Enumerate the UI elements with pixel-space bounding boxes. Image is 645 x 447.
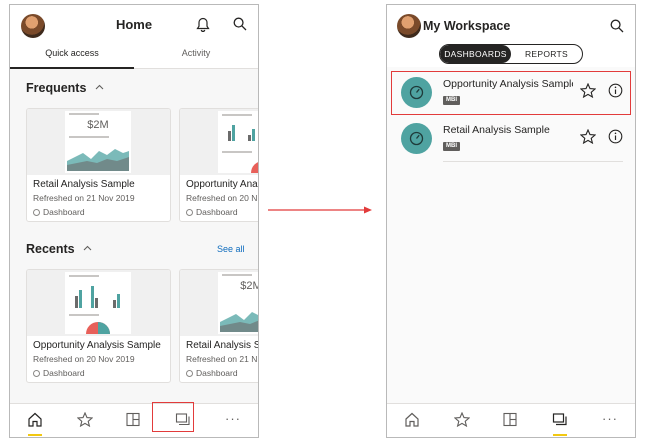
list-item-retail[interactable]: Retail Analysis Sample MBI (387, 116, 635, 162)
pie-chart-preview (86, 322, 110, 334)
area-chart-preview (67, 149, 129, 171)
bar-chart-preview (228, 125, 255, 141)
home-header: Home Quick access Activity (10, 5, 258, 69)
nav-workspaces[interactable] (543, 404, 577, 437)
apps-icon (126, 412, 140, 427)
dashboard-card-opportunity[interactable]: Opportunity Anal Refreshed on 20 N Dashb… (179, 108, 259, 222)
dashboard-icon (186, 209, 193, 216)
dashboard-thumbnail: $2M (27, 109, 170, 175)
tab-activity[interactable]: Activity (134, 48, 258, 58)
chevron-up-icon[interactable] (83, 245, 92, 251)
recents-heading-label: Recents (26, 242, 75, 256)
divider (443, 161, 623, 162)
dashboard-preview (65, 272, 131, 334)
bar-chart-preview (75, 286, 120, 308)
card-refreshed: Refreshed on 21 N (186, 354, 258, 364)
card-type: Dashboard (33, 368, 85, 378)
card-type-label: Dashboard (196, 368, 238, 378)
nav-more[interactable]: ··· (216, 404, 250, 437)
tab-quick-access[interactable]: Quick access (10, 48, 134, 58)
favorites-star-icon (454, 412, 470, 427)
selected-item-highlight-box (391, 71, 631, 115)
active-nav-indicator (28, 434, 42, 436)
nav-home[interactable] (18, 404, 52, 437)
nav-favorites[interactable] (445, 404, 479, 437)
dashboard-thumbnail (27, 270, 170, 336)
avatar[interactable] (397, 14, 421, 38)
card-title: Retail Analysis S (186, 340, 259, 351)
dashboard-icon (33, 209, 40, 216)
bottom-navigation: ··· (387, 403, 635, 437)
nav-favorites[interactable] (68, 404, 102, 437)
card-type: Dashboard (33, 207, 85, 217)
card-type-label: Dashboard (196, 207, 238, 217)
thumb-kpi-value: $2M (87, 119, 109, 131)
card-type: Dashboard (186, 207, 238, 217)
notifications-bell-icon[interactable] (196, 17, 210, 33)
search-icon[interactable] (233, 17, 247, 31)
nav-more[interactable]: ··· (593, 404, 627, 437)
page-title: Home (115, 17, 153, 32)
active-tab-indicator (10, 67, 134, 69)
card-refreshed: Refreshed on 20 Nov 2019 (33, 354, 135, 364)
workspace-screen: My Workspace DASHBOARDS REPORTS Opportun… (386, 4, 636, 438)
card-refreshed: Refreshed on 20 N (186, 193, 258, 203)
home-tabs: Quick access Activity (10, 45, 258, 69)
gauge-icon (409, 131, 424, 146)
frequents-heading[interactable]: Frequents (26, 81, 104, 95)
nav-apps[interactable] (116, 404, 150, 437)
card-type: Dashboard (186, 368, 238, 378)
home-icon (405, 412, 419, 427)
info-icon[interactable] (608, 129, 623, 144)
recents-heading[interactable]: Recents (26, 242, 92, 256)
dashboard-icon (401, 123, 432, 154)
see-all-link[interactable]: See all (217, 244, 245, 254)
frequents-heading-label: Frequents (26, 81, 87, 95)
search-icon[interactable] (610, 19, 624, 33)
apps-icon (503, 412, 517, 427)
workspaces-highlight-box (152, 402, 194, 432)
bottom-navigation: ··· (10, 403, 258, 437)
thumb-kpi-value: $2M (240, 280, 258, 292)
chevron-up-icon[interactable] (95, 84, 104, 90)
dashboard-card-opportunity[interactable]: Opportunity Analysis Sample Refreshed on… (26, 269, 171, 383)
dashboard-preview (218, 111, 258, 173)
content-type-toggle: DASHBOARDS REPORTS (439, 44, 583, 64)
home-icon (28, 412, 42, 427)
transition-arrow-icon (268, 206, 372, 214)
dashboard-icon (186, 370, 193, 377)
dashboard-card-retail[interactable]: $2M Retail Analysis S Refreshed on 21 N … (179, 269, 259, 383)
workspace-header: My Workspace DASHBOARDS REPORTS (387, 5, 635, 67)
favorite-star-icon[interactable] (580, 129, 596, 144)
dashboard-icon (33, 370, 40, 377)
dashboard-thumbnail: $2M (180, 270, 258, 336)
dashboard-thumbnail (180, 109, 258, 175)
card-title: Opportunity Anal (186, 179, 259, 190)
more-icon: ··· (602, 411, 618, 426)
item-badge: MBI (443, 142, 460, 151)
page-title: My Workspace (423, 19, 511, 33)
card-refreshed: Refreshed on 21 Nov 2019 (33, 193, 135, 203)
nav-home[interactable] (395, 404, 429, 437)
card-type-label: Dashboard (43, 207, 85, 217)
more-icon: ··· (225, 411, 241, 426)
card-type-label: Dashboard (43, 368, 85, 378)
home-screen: Home Quick access Activity Frequents $2M (9, 4, 259, 438)
item-title: Retail Analysis Sample (443, 124, 550, 136)
workspaces-icon (552, 413, 567, 426)
active-nav-indicator (553, 434, 567, 436)
segment-reports[interactable]: REPORTS (511, 45, 582, 63)
dashboard-preview: $2M (218, 272, 258, 334)
segment-dashboards[interactable]: DASHBOARDS (440, 45, 511, 63)
card-title: Opportunity Analysis Sample (33, 340, 161, 351)
dashboard-preview: $2M (65, 111, 131, 173)
pie-chart-preview (251, 162, 258, 173)
dashboard-card-retail[interactable]: $2M Retail Analysis Sample Refreshed on … (26, 108, 171, 222)
area-chart-preview (220, 312, 258, 332)
nav-apps[interactable] (493, 404, 527, 437)
favorites-star-icon (77, 412, 93, 427)
card-title: Retail Analysis Sample (33, 179, 135, 190)
